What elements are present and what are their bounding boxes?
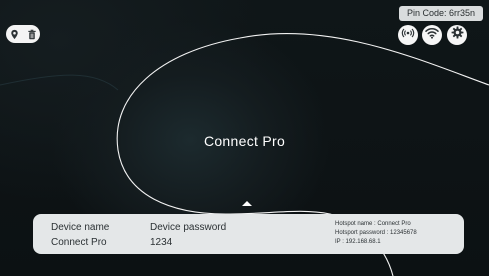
device-password-value: 1234	[150, 237, 173, 248]
hotspot-icon	[401, 26, 415, 45]
settings-button[interactable]	[447, 25, 467, 45]
hotspot-password-text: Hotsport password : 12345678	[335, 230, 417, 236]
pin-code-badge: Pin Code: 6rr35n	[399, 6, 483, 21]
device-title: Connect Pro	[203, 133, 286, 149]
settings-icon	[451, 26, 464, 44]
hotspot-name-text: Hotspot name : Connect Pro	[335, 221, 411, 227]
device-info-panel: Device name Connect Pro Device password …	[33, 214, 464, 254]
device-password-label: Device password	[150, 222, 227, 233]
trash-icon[interactable]	[26, 28, 38, 40]
expand-panel-caret-icon[interactable]	[242, 201, 252, 206]
ip-address-text: IP : 192.168.68.1	[335, 239, 381, 245]
hotspot-button[interactable]	[398, 25, 418, 45]
top-left-toolbar	[6, 25, 40, 43]
device-name-label: Device name	[51, 222, 110, 233]
device-name-value: Connect Pro	[51, 237, 107, 248]
wifi-icon	[425, 26, 439, 45]
location-pin-icon[interactable]	[9, 28, 21, 40]
wifi-button[interactable]	[422, 25, 442, 45]
